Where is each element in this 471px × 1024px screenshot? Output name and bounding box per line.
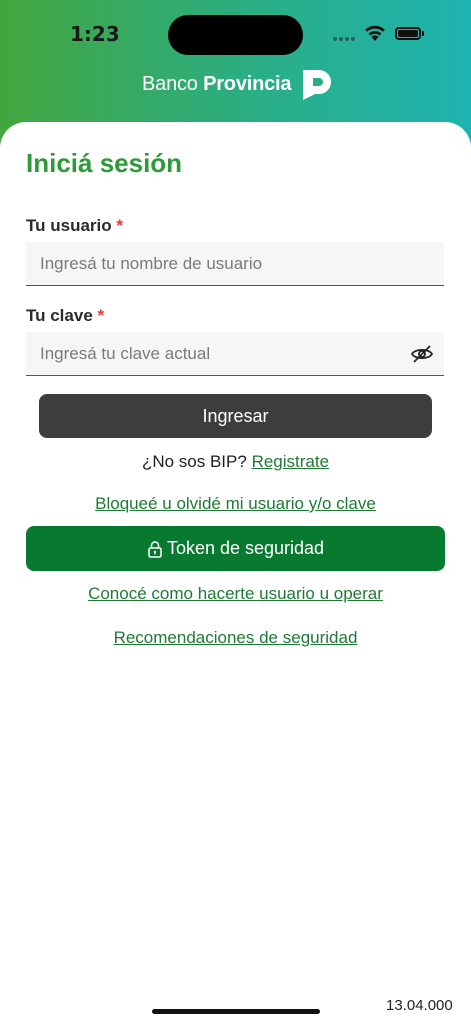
password-field[interactable] — [26, 332, 444, 376]
bank-logo: Banco Provincia — [142, 66, 335, 102]
not-bip-text: ¿No sos BIP? — [141, 452, 252, 471]
lock-icon — [148, 540, 162, 558]
token-button-label: Token de seguridad — [166, 538, 325, 558]
login-button[interactable]: Ingresar — [39, 394, 432, 438]
forgot-credentials-link[interactable]: Bloqueé u olvidé mi usuario y/o clave — [95, 494, 376, 513]
eye-off-icon[interactable] — [410, 343, 434, 365]
user-label: Tu usuario * — [26, 216, 123, 235]
wifi-icon — [365, 25, 385, 41]
howto-link[interactable]: Conocé como hacerte usuario u operar — [88, 584, 383, 603]
home-indicator[interactable] — [152, 1009, 320, 1014]
cellular-signal-icon — [333, 37, 355, 41]
register-link[interactable]: Registrate — [252, 452, 329, 471]
status-bar: 1:23 — [0, 0, 471, 70]
page-title: Iniciá sesión — [26, 148, 183, 178]
security-token-button[interactable]: Token de seguridad — [26, 526, 445, 571]
status-time: 1:23 — [70, 22, 120, 46]
forgot-line: Bloqueé u olvidé mi usuario y/o clave — [0, 494, 471, 514]
password-label: Tu clave * — [26, 306, 105, 325]
dynamic-island — [168, 15, 303, 55]
battery-tip — [422, 31, 424, 36]
provincia-logo-icon — [303, 70, 332, 100]
security-tips-line: Recomendaciones de seguridad — [0, 628, 471, 648]
logo-text: Banco Provincia — [142, 72, 292, 95]
battery-icon — [395, 27, 421, 40]
register-line: ¿No sos BIP? Registrate — [0, 452, 471, 472]
user-field[interactable] — [26, 242, 444, 286]
app-version: 13.04.000 — [386, 997, 453, 1014]
howto-line: Conocé como hacerte usuario u operar — [0, 584, 471, 604]
username-input[interactable] — [26, 242, 400, 285]
security-recommendations-link[interactable]: Recomendaciones de seguridad — [114, 628, 358, 647]
password-input[interactable] — [26, 332, 400, 375]
